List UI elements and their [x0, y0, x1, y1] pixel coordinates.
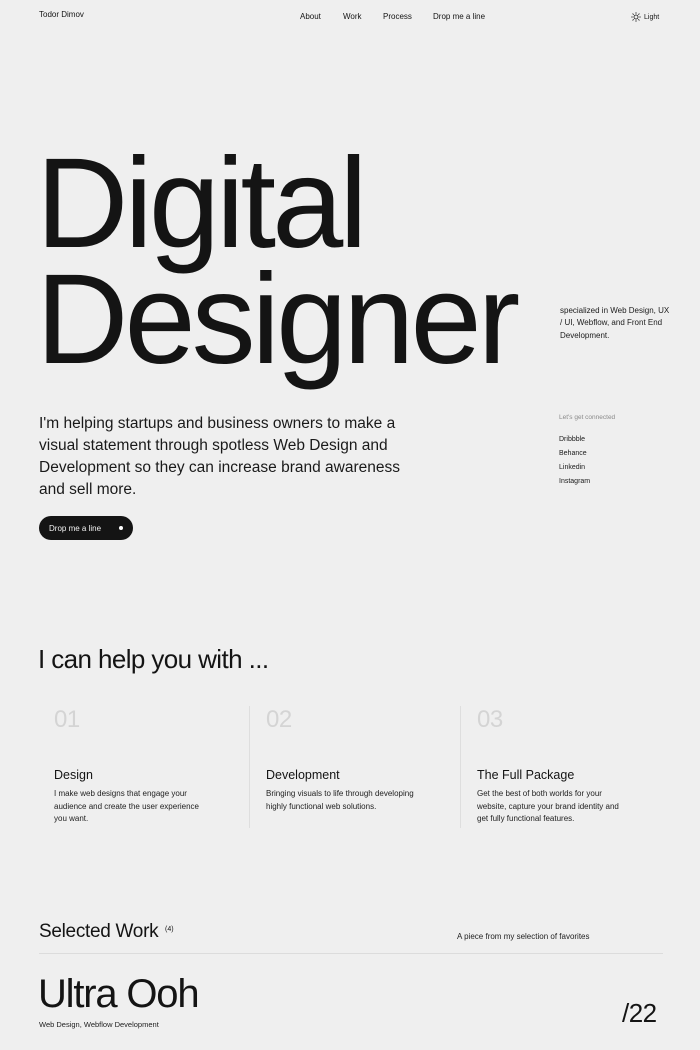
- nav-link-about[interactable]: About: [300, 12, 321, 21]
- services-heading: I can help you with ...: [38, 644, 269, 674]
- service-title: Development: [266, 768, 340, 782]
- social-link-instagram[interactable]: Instagram: [559, 478, 590, 485]
- cta-label: Drop me a line: [49, 523, 102, 533]
- drop-me-a-line-button[interactable]: Drop me a line: [39, 516, 133, 540]
- service-title: Design: [54, 768, 93, 782]
- service-card-full-package: 03 The Full Package Get the best of both…: [460, 706, 660, 828]
- work-count-badge: (4): [165, 926, 174, 933]
- service-number: 03: [477, 706, 503, 733]
- service-description: I make web designs that engage your audi…: [54, 789, 199, 824]
- service-card-development: 02 Development Bringing visuals to life …: [249, 706, 449, 828]
- connect-heading: Let's get connected: [559, 414, 616, 421]
- project-tags: Web Design, Webflow Development: [39, 1020, 159, 1029]
- service-card-design: 01 Design I make web designs that engage…: [50, 706, 250, 828]
- social-link-behance[interactable]: Behance: [559, 450, 587, 457]
- brand-name[interactable]: Todor Dimov: [39, 10, 84, 19]
- service-description: Bringing visuals to life through develop…: [266, 789, 414, 811]
- theme-label: Light: [644, 13, 660, 21]
- intro-paragraph: I'm helping startups and business owners…: [39, 415, 401, 498]
- dot-icon: [119, 526, 123, 530]
- social-link-dribbble[interactable]: Dribbble: [559, 436, 585, 443]
- selected-work-subtitle: A piece from my selection of favorites: [457, 932, 590, 941]
- social-link-linkedin[interactable]: Linkedin: [559, 464, 585, 471]
- nav-link-work[interactable]: Work: [343, 12, 362, 21]
- selected-work-heading: Selected Work: [39, 921, 159, 942]
- nav-link-process[interactable]: Process: [383, 12, 412, 21]
- service-number: 02: [266, 706, 292, 733]
- divider: [39, 953, 663, 954]
- service-title: The Full Package: [477, 768, 575, 782]
- theme-toggle[interactable]: Light: [631, 12, 659, 22]
- nav-link-drop-me-a-line[interactable]: Drop me a line: [433, 12, 485, 21]
- service-number: 01: [54, 706, 80, 733]
- sun-icon: [631, 12, 641, 22]
- specialization-text: specialized in Web Design, UX / UI, Webf…: [560, 306, 670, 340]
- hero-title-line-2: Designer: [36, 248, 520, 391]
- service-description: Get the best of both worlds for your web…: [477, 789, 619, 824]
- project-year: /22: [622, 998, 657, 1028]
- project-title[interactable]: Ultra Ooh: [38, 972, 200, 1017]
